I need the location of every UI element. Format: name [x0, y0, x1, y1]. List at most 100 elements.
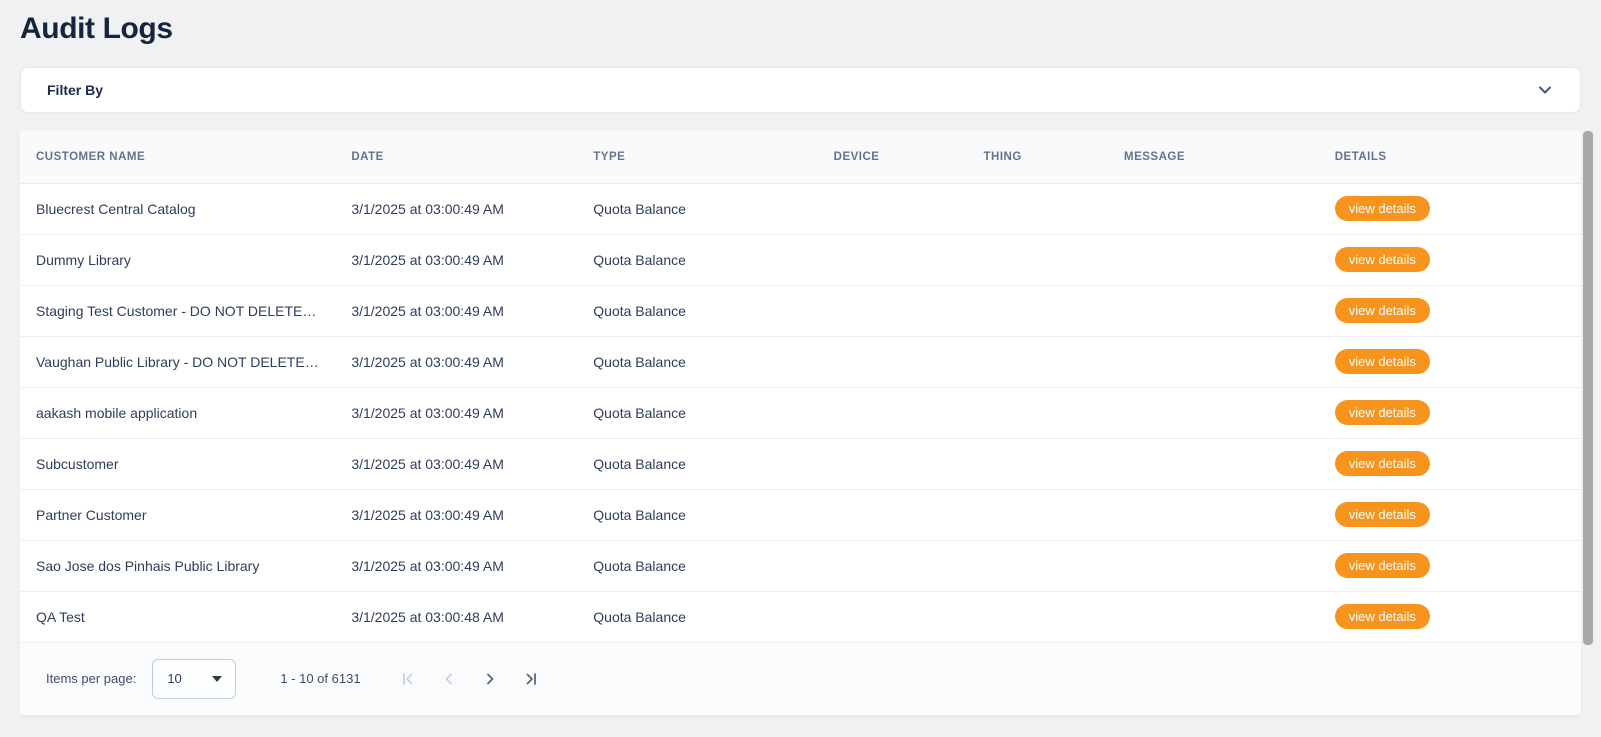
view-details-button[interactable]: view details — [1335, 298, 1430, 323]
first-page-button[interactable] — [399, 670, 417, 688]
column-header-customer-name: CUSTOMER NAME — [20, 131, 335, 183]
details-cell: view details — [1319, 387, 1581, 438]
type-cell: Quota Balance — [577, 591, 817, 642]
customer-name-cell: Bluecrest Central Catalog — [20, 183, 335, 234]
date-cell: 3/1/2025 at 03:00:49 AM — [335, 285, 577, 336]
date-cell: 3/1/2025 at 03:00:49 AM — [335, 234, 577, 285]
audit-logs-table: CUSTOMER NAME DATE TYPE DEVICE THING MES… — [20, 131, 1581, 643]
device-cell — [818, 540, 968, 591]
chevron-down-icon[interactable] — [1536, 81, 1554, 99]
table-row: Partner Customer 3/1/2025 at 03:00:49 AM… — [20, 489, 1581, 540]
dropdown-caret-icon — [212, 676, 222, 682]
device-cell — [818, 234, 968, 285]
audit-logs-table-card: CUSTOMER NAME DATE TYPE DEVICE THING MES… — [20, 131, 1581, 716]
message-cell — [1108, 540, 1319, 591]
column-header-device: DEVICE — [818, 131, 968, 183]
customer-name-cell: aakash mobile application — [20, 387, 335, 438]
pagination-range-label: 1 - 10 of 6131 — [280, 671, 360, 686]
view-details-button[interactable]: view details — [1335, 247, 1430, 272]
details-cell: view details — [1319, 183, 1581, 234]
chevron-right-icon — [481, 670, 499, 688]
device-cell — [818, 183, 968, 234]
customer-name-cell: Staging Test Customer - DO NOT DELETE OR… — [20, 285, 335, 336]
view-details-button[interactable]: view details — [1335, 196, 1430, 221]
message-cell — [1108, 285, 1319, 336]
details-cell: view details — [1319, 285, 1581, 336]
thing-cell — [968, 591, 1108, 642]
details-cell: view details — [1319, 540, 1581, 591]
thing-cell — [968, 183, 1108, 234]
last-page-button[interactable] — [522, 670, 540, 688]
items-per-page-select[interactable]: 10 — [152, 659, 236, 699]
thing-cell — [968, 285, 1108, 336]
pagination-nav — [399, 670, 540, 688]
column-header-thing: THING — [968, 131, 1108, 183]
message-cell — [1108, 387, 1319, 438]
thing-cell — [968, 540, 1108, 591]
type-cell: Quota Balance — [577, 285, 817, 336]
filter-by-label: Filter By — [47, 82, 103, 98]
thing-cell — [968, 489, 1108, 540]
table-row: aakash mobile application 3/1/2025 at 03… — [20, 387, 1581, 438]
message-cell — [1108, 489, 1319, 540]
last-page-icon — [522, 670, 540, 688]
column-header-message: MESSAGE — [1108, 131, 1319, 183]
chevron-left-icon — [440, 670, 458, 688]
page-title: Audit Logs — [20, 12, 1581, 46]
column-header-type: TYPE — [577, 131, 817, 183]
details-cell: view details — [1319, 438, 1581, 489]
device-cell — [818, 285, 968, 336]
customer-name-cell: Sao Jose dos Pinhais Public Library — [20, 540, 335, 591]
message-cell — [1108, 591, 1319, 642]
view-details-button[interactable]: view details — [1335, 400, 1430, 425]
view-details-button[interactable]: view details — [1335, 604, 1430, 629]
table-row: Sao Jose dos Pinhais Public Library 3/1/… — [20, 540, 1581, 591]
pagination-bar: Items per page: 10 1 - 10 of 6131 — [20, 643, 1581, 716]
details-cell: view details — [1319, 234, 1581, 285]
type-cell: Quota Balance — [577, 234, 817, 285]
next-page-button[interactable] — [481, 670, 499, 688]
view-details-button[interactable]: view details — [1335, 451, 1430, 476]
customer-name-cell: Dummy Library — [20, 234, 335, 285]
previous-page-button[interactable] — [440, 670, 458, 688]
thing-cell — [968, 336, 1108, 387]
device-cell — [818, 438, 968, 489]
type-cell: Quota Balance — [577, 438, 817, 489]
view-details-button[interactable]: view details — [1335, 349, 1430, 374]
table-row: Dummy Library 3/1/2025 at 03:00:49 AM Qu… — [20, 234, 1581, 285]
date-cell: 3/1/2025 at 03:00:49 AM — [335, 183, 577, 234]
message-cell — [1108, 336, 1319, 387]
vertical-scrollbar[interactable] — [1583, 131, 1593, 645]
type-cell: Quota Balance — [577, 540, 817, 591]
filter-by-panel[interactable]: Filter By — [20, 67, 1581, 113]
thing-cell — [968, 438, 1108, 489]
date-cell: 3/1/2025 at 03:00:49 AM — [335, 438, 577, 489]
customer-name-cell: QA Test — [20, 591, 335, 642]
table-row: Staging Test Customer - DO NOT DELETE OR… — [20, 285, 1581, 336]
thing-cell — [968, 234, 1108, 285]
type-cell: Quota Balance — [577, 336, 817, 387]
items-per-page-value: 10 — [167, 671, 181, 686]
date-cell: 3/1/2025 at 03:00:49 AM — [335, 540, 577, 591]
customer-name-cell: Subcustomer — [20, 438, 335, 489]
details-cell: view details — [1319, 591, 1581, 642]
audit-logs-page: Audit Logs Filter By CUSTOMER NAME DATE … — [0, 0, 1601, 716]
date-cell: 3/1/2025 at 03:00:49 AM — [335, 336, 577, 387]
table-row: QA Test 3/1/2025 at 03:00:48 AM Quota Ba… — [20, 591, 1581, 642]
details-cell: view details — [1319, 489, 1581, 540]
type-cell: Quota Balance — [577, 183, 817, 234]
customer-name-cell: Vaughan Public Library - DO NOT DELETE O… — [20, 336, 335, 387]
table-row: Vaughan Public Library - DO NOT DELETE O… — [20, 336, 1581, 387]
device-cell — [818, 336, 968, 387]
message-cell — [1108, 438, 1319, 489]
message-cell — [1108, 183, 1319, 234]
type-cell: Quota Balance — [577, 387, 817, 438]
first-page-icon — [399, 670, 417, 688]
date-cell: 3/1/2025 at 03:00:49 AM — [335, 387, 577, 438]
table-row: Subcustomer 3/1/2025 at 03:00:49 AM Quot… — [20, 438, 1581, 489]
column-header-details: DETAILS — [1319, 131, 1581, 183]
view-details-button[interactable]: view details — [1335, 502, 1430, 527]
column-header-date: DATE — [335, 131, 577, 183]
details-cell: view details — [1319, 336, 1581, 387]
view-details-button[interactable]: view details — [1335, 553, 1430, 578]
